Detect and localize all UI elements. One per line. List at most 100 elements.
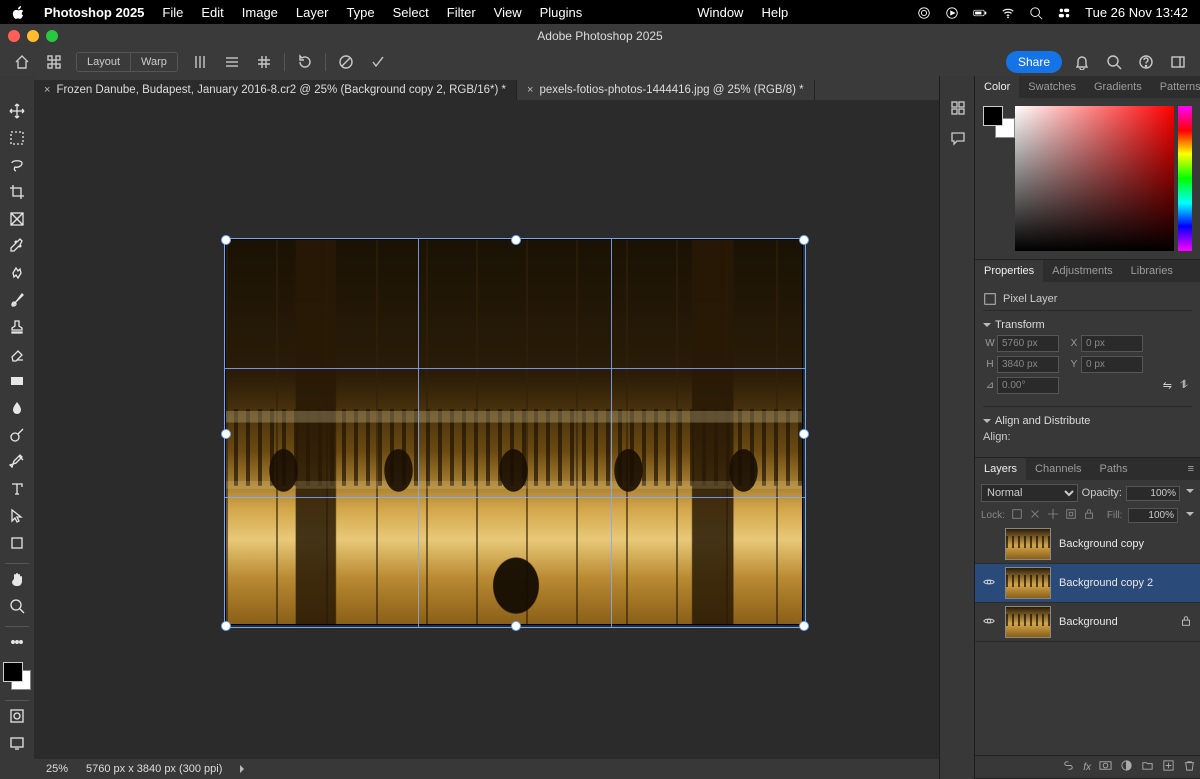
color-field[interactable] [1015, 106, 1174, 251]
home-icon[interactable] [10, 51, 34, 73]
transform-ref-icon[interactable] [42, 51, 66, 73]
tab-channels[interactable]: Channels [1026, 458, 1090, 480]
type-tool[interactable] [3, 478, 31, 500]
eraser-tool[interactable] [3, 343, 31, 365]
edit-toolbar-icon[interactable] [3, 631, 31, 653]
grid-horiz-icon[interactable] [220, 51, 244, 73]
menu-select[interactable]: Select [393, 5, 429, 20]
blur-tool[interactable] [3, 397, 31, 419]
apple-icon[interactable] [12, 4, 26, 20]
prop-y[interactable] [1081, 356, 1143, 373]
minimize-window[interactable] [27, 30, 39, 42]
layer-row[interactable]: Background copy 2 [975, 564, 1200, 603]
tab-swatches[interactable]: Swatches [1019, 76, 1085, 98]
prop-x[interactable] [1081, 335, 1143, 352]
grid-vert-icon[interactable] [188, 51, 212, 73]
adjustment-icon[interactable] [1120, 759, 1133, 775]
app-menu[interactable]: Photoshop 2025 [44, 5, 144, 20]
tab-layers[interactable]: Layers [975, 458, 1026, 480]
menu-filter[interactable]: Filter [447, 5, 476, 20]
brush-tool[interactable] [3, 289, 31, 311]
quick-mask-icon[interactable] [3, 705, 31, 727]
lock-all-icon[interactable] [1083, 508, 1095, 523]
document-canvas[interactable] [226, 240, 802, 624]
pen-tool[interactable] [3, 451, 31, 473]
mask-icon[interactable] [1099, 759, 1112, 775]
zoom-window[interactable] [46, 30, 58, 42]
spotlight-icon[interactable] [1029, 4, 1043, 20]
grid-both-icon[interactable] [252, 51, 276, 73]
opacity-value[interactable]: 100% [1126, 486, 1180, 501]
comments-panel-icon[interactable] [948, 128, 968, 148]
stamp-tool[interactable] [3, 316, 31, 338]
layer-thumb[interactable] [1005, 606, 1051, 638]
reset-icon[interactable] [293, 51, 317, 73]
control-center-icon[interactable] [1057, 4, 1071, 20]
align-section[interactable]: Align and Distribute [995, 415, 1090, 427]
cc-icon[interactable] [917, 4, 931, 20]
tab-paths[interactable]: Paths [1091, 458, 1137, 480]
status-menu-icon[interactable] [240, 765, 248, 773]
fill-value[interactable]: 100% [1128, 508, 1178, 523]
color-mini-swatch[interactable] [983, 106, 1009, 132]
clock[interactable]: Tue 26 Nov 13:42 [1085, 5, 1188, 20]
panel-menu-icon[interactable]: ≡ [1182, 458, 1200, 480]
lock-pixels-icon[interactable] [1011, 508, 1023, 523]
prop-angle[interactable] [997, 377, 1059, 394]
share-button[interactable]: Share [1006, 51, 1062, 73]
seg-layout[interactable]: Layout [77, 53, 131, 71]
doc-tab-1[interactable]: × pexels-fotios-photos-1444416.jpg @ 25%… [517, 80, 815, 100]
help-icon[interactable] [1134, 51, 1158, 73]
group-icon[interactable] [1141, 759, 1154, 775]
workspace-icon[interactable] [1166, 51, 1190, 73]
marquee-tool[interactable] [3, 127, 31, 149]
layer-name[interactable]: Background copy 2 [1059, 577, 1194, 589]
delete-icon[interactable] [1183, 759, 1196, 775]
visibility-toggle[interactable] [981, 575, 997, 592]
commit-icon[interactable] [366, 51, 390, 73]
menu-layer[interactable]: Layer [296, 5, 329, 20]
prop-h[interactable] [997, 356, 1059, 373]
tab-adjustments[interactable]: Adjustments [1043, 260, 1122, 282]
zoom-tool[interactable] [3, 595, 31, 617]
blend-mode-select[interactable]: Normal [981, 484, 1078, 502]
history-panel-icon[interactable] [948, 98, 968, 118]
menu-image[interactable]: Image [242, 5, 278, 20]
zoom-level[interactable]: 25% [46, 763, 68, 775]
fx-icon[interactable]: fx [1083, 762, 1091, 773]
path-select-tool[interactable] [3, 505, 31, 527]
tab-color[interactable]: Color [975, 76, 1019, 98]
menu-edit[interactable]: Edit [201, 5, 223, 20]
close-tab-icon[interactable]: × [527, 84, 533, 96]
menu-help[interactable]: Help [761, 5, 788, 20]
dodge-tool[interactable] [3, 424, 31, 446]
hue-slider[interactable] [1178, 106, 1192, 251]
seg-warp[interactable]: Warp [131, 53, 177, 71]
eyedropper-tool[interactable] [3, 235, 31, 257]
tab-patterns[interactable]: Patterns [1151, 76, 1200, 98]
layer-name[interactable]: Background [1059, 616, 1180, 628]
lock-paint-icon[interactable] [1029, 508, 1041, 523]
hand-tool[interactable] [3, 568, 31, 590]
menu-plugins[interactable]: Plugins [540, 5, 583, 20]
tab-libraries[interactable]: Libraries [1122, 260, 1182, 282]
link-layers-icon[interactable] [1062, 759, 1075, 775]
new-layer-icon[interactable] [1162, 759, 1175, 775]
close-window[interactable] [8, 30, 20, 42]
layer-thumb[interactable] [1005, 567, 1051, 599]
wifi-icon[interactable] [1001, 4, 1015, 20]
doc-info[interactable]: 5760 px x 3840 px (300 ppi) [86, 763, 222, 775]
layer-row[interactable]: Background copy [975, 525, 1200, 564]
layout-warp-segment[interactable]: Layout Warp [76, 52, 178, 72]
gradient-tool[interactable] [3, 370, 31, 392]
layer-row[interactable]: Background [975, 603, 1200, 642]
canvas-area[interactable] [34, 100, 940, 759]
notifications-icon[interactable] [1070, 51, 1094, 73]
layer-thumb[interactable] [1005, 528, 1051, 560]
cancel-icon[interactable] [334, 51, 358, 73]
layer-name[interactable]: Background copy [1059, 538, 1194, 550]
doc-tab-0[interactable]: × Frozen Danube, Budapest, January 2016-… [34, 80, 517, 100]
crop-tool[interactable] [3, 181, 31, 203]
shape-tool[interactable] [3, 532, 31, 554]
record-icon[interactable] [945, 4, 959, 20]
